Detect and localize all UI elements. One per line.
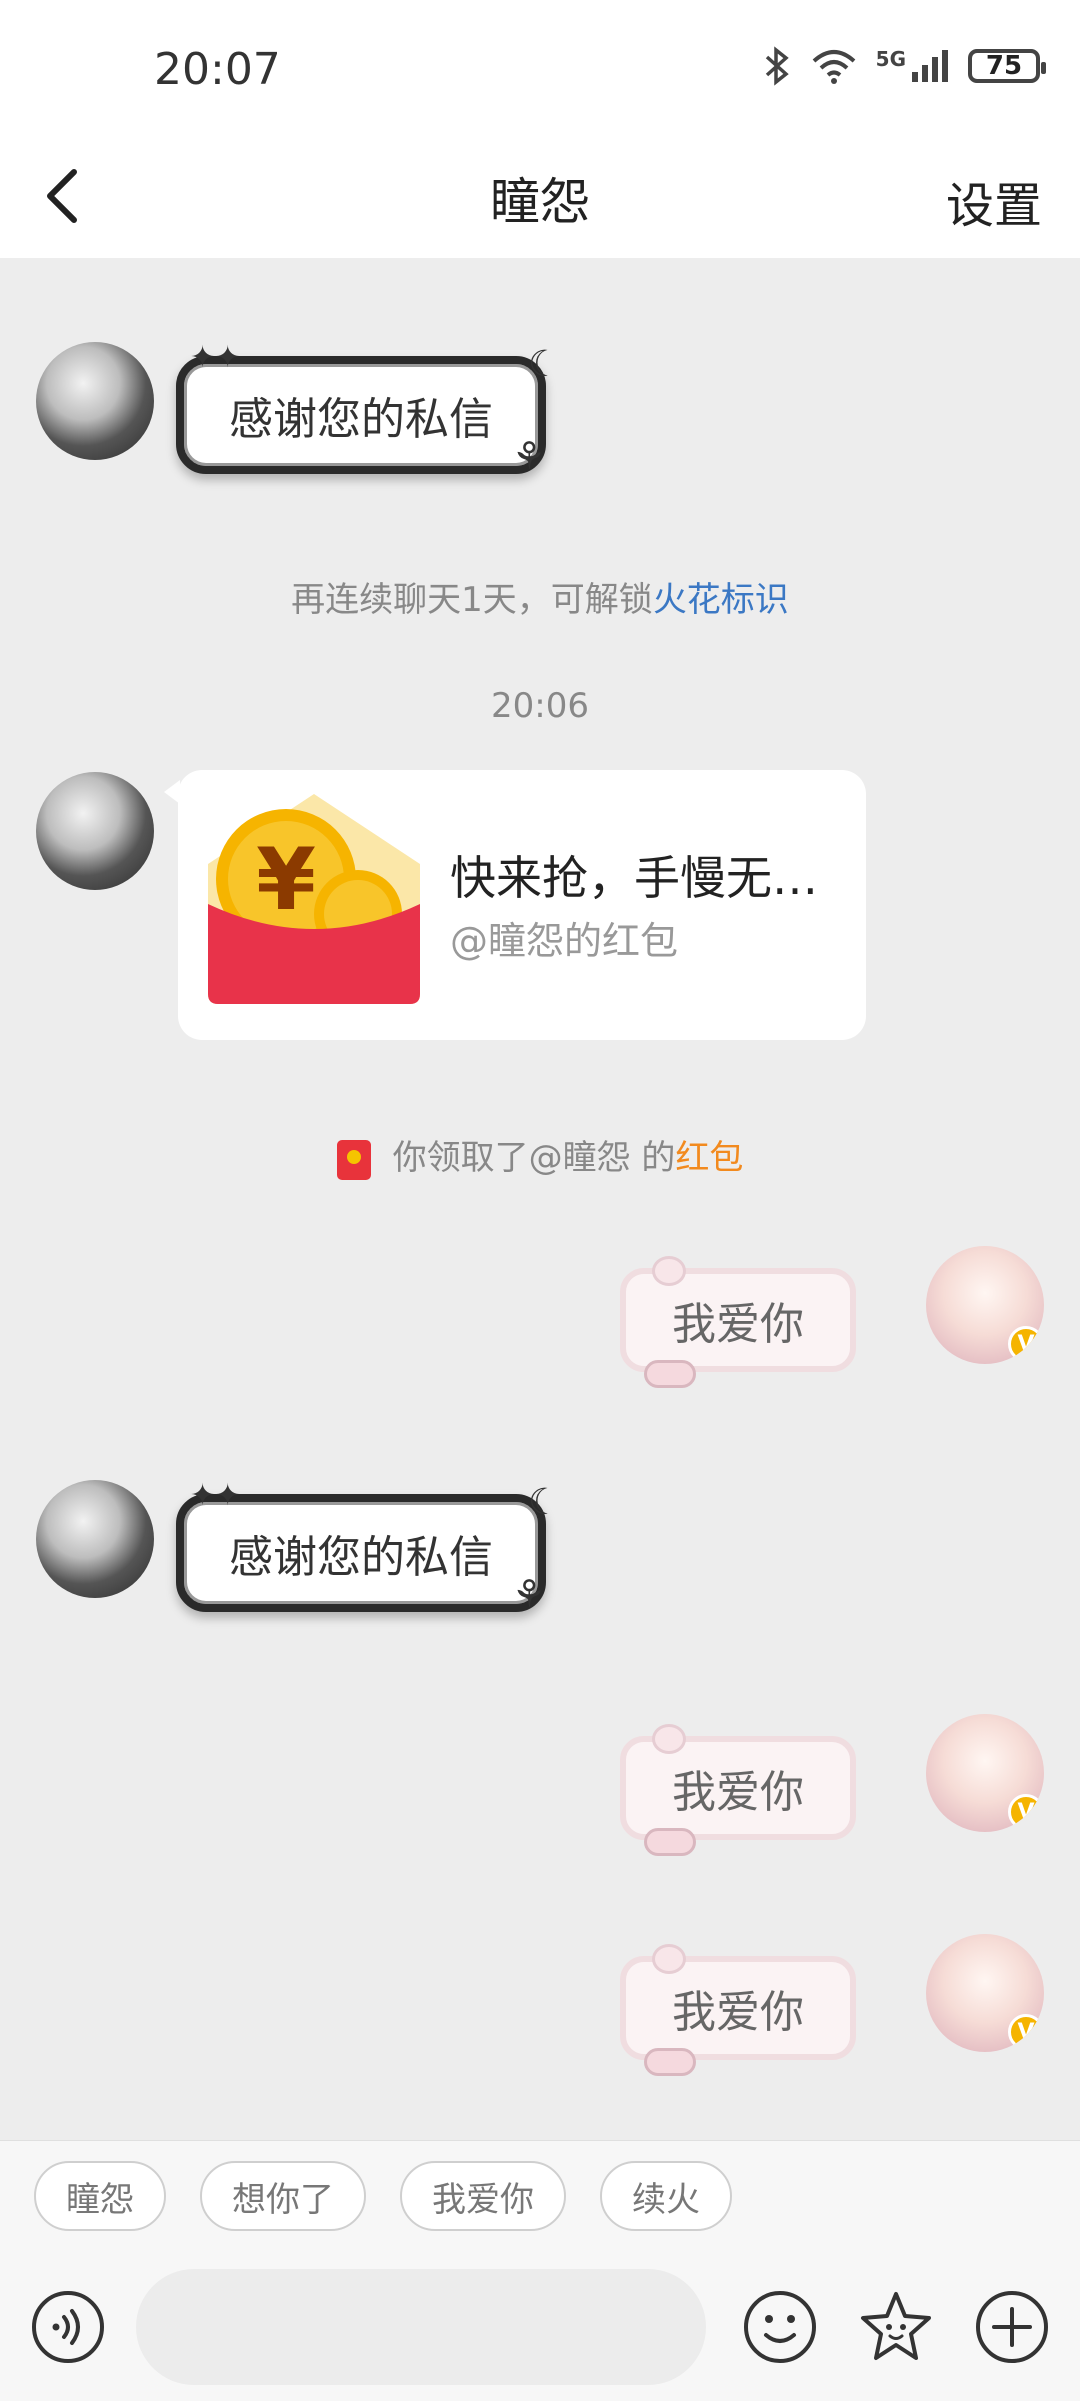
battery-level: 75	[985, 51, 1023, 81]
my-avatar[interactable]: V	[926, 1246, 1044, 1364]
spark-badge-link[interactable]: 火花标识	[653, 580, 789, 620]
sparkle-icon: ✦✦	[190, 340, 241, 375]
quick-reply-chip[interactable]: 瞳怨	[34, 2161, 166, 2231]
composer-area: 瞳怨 想你了 我爱你 续火	[0, 2140, 1080, 2401]
red-packet-sender: @瞳怨的红包	[450, 919, 679, 963]
contact-avatar[interactable]	[36, 1480, 154, 1598]
verified-badge: V	[1008, 1794, 1044, 1830]
message-text: 感谢您的私信	[229, 1532, 493, 1583]
received-text: 你领取了@瞳怨 的	[392, 1138, 676, 1178]
red-packet-small-icon	[336, 1139, 371, 1180]
settings-button[interactable]: 设置	[946, 166, 1042, 236]
wifi-icon	[812, 50, 855, 84]
message-text: 我爱你	[672, 1987, 804, 2038]
message-text: 感谢您的私信	[229, 394, 493, 445]
chat-area[interactable]: 感谢您的私信 ✦✦ ☾ ⚘ 再连续聊天1天，可解锁火花标识 20:06 ¥ 快来…	[0, 258, 1080, 2140]
flower-deco-icon	[652, 1724, 686, 1754]
red-packet-icon: ¥	[208, 794, 420, 1004]
flower-deco-icon	[652, 1256, 686, 1286]
streak-text: 再连续聊天1天，可解锁	[291, 580, 653, 620]
red-packet-link[interactable]: 红包	[675, 1138, 743, 1178]
sparkle-icon: ✦✦	[190, 1478, 241, 1513]
bluetooth-icon	[765, 46, 789, 86]
svg-text:¥: ¥	[256, 830, 316, 930]
voice-icon[interactable]	[30, 2289, 106, 2365]
message-timestamp: 20:06	[491, 686, 589, 726]
pig-deco-icon	[644, 1360, 696, 1388]
battery-icon: 75	[968, 49, 1046, 83]
message-input[interactable]	[136, 2269, 706, 2385]
pig-deco-icon	[644, 1828, 696, 1856]
message-text: 我爱你	[672, 1767, 804, 1818]
add-icon[interactable]	[974, 2289, 1050, 2365]
my-avatar[interactable]: V	[926, 1714, 1044, 1832]
contact-avatar[interactable]	[36, 772, 154, 890]
signal-icon	[912, 50, 948, 82]
input-row	[0, 2269, 1080, 2389]
quick-reply-chip[interactable]: 想你了	[200, 2161, 366, 2231]
flower-deco-icon	[652, 1944, 686, 1974]
emoji-icon[interactable]	[742, 2289, 818, 2365]
status-time: 20:07	[154, 44, 281, 95]
quick-reply-chip[interactable]: 续火	[600, 2161, 732, 2231]
pig-deco-icon	[644, 2048, 696, 2076]
red-packet-received-notice: 你领取了@瞳怨 的红包	[0, 1130, 1080, 1180]
moon-icon: ☾	[528, 344, 561, 385]
contact-avatar[interactable]	[36, 342, 154, 460]
message-bubble-outgoing[interactable]: 我爱你	[620, 1268, 856, 1372]
quick-reply-chip[interactable]: 我爱你	[400, 2161, 566, 2231]
status-icons: 5G 75	[762, 46, 1046, 86]
status-bar: 20:07 5G 75	[0, 0, 1080, 140]
quick-reply-bar: 瞳怨 想你了 我爱你 续火	[34, 2161, 732, 2231]
sticker-icon[interactable]	[858, 2289, 934, 2365]
verified-badge: V	[1008, 1326, 1044, 1362]
message-bubble-outgoing[interactable]: 我爱你	[620, 1956, 856, 2060]
message-text: 我爱你	[672, 1299, 804, 1350]
message-bubble-outgoing[interactable]: 我爱你	[620, 1736, 856, 1840]
red-packet-card[interactable]: ¥ 快来抢，手慢无… @瞳怨的红包	[164, 770, 866, 1040]
my-avatar[interactable]: V	[926, 1934, 1044, 2052]
nav-bar: 瞳怨 设置	[0, 140, 1080, 259]
butterfly-icon: ⚘	[512, 1572, 547, 1616]
moon-icon: ☾	[528, 1482, 561, 1523]
red-packet-title: 快来抢，手慢无…	[450, 851, 818, 905]
streak-notice: 再连续聊天1天，可解锁火花标识	[0, 572, 1080, 621]
network-label: 5G	[875, 47, 906, 71]
butterfly-icon: ⚘	[512, 434, 547, 478]
chat-title: 瞳怨	[490, 173, 590, 231]
verified-badge: V	[1008, 2014, 1044, 2050]
